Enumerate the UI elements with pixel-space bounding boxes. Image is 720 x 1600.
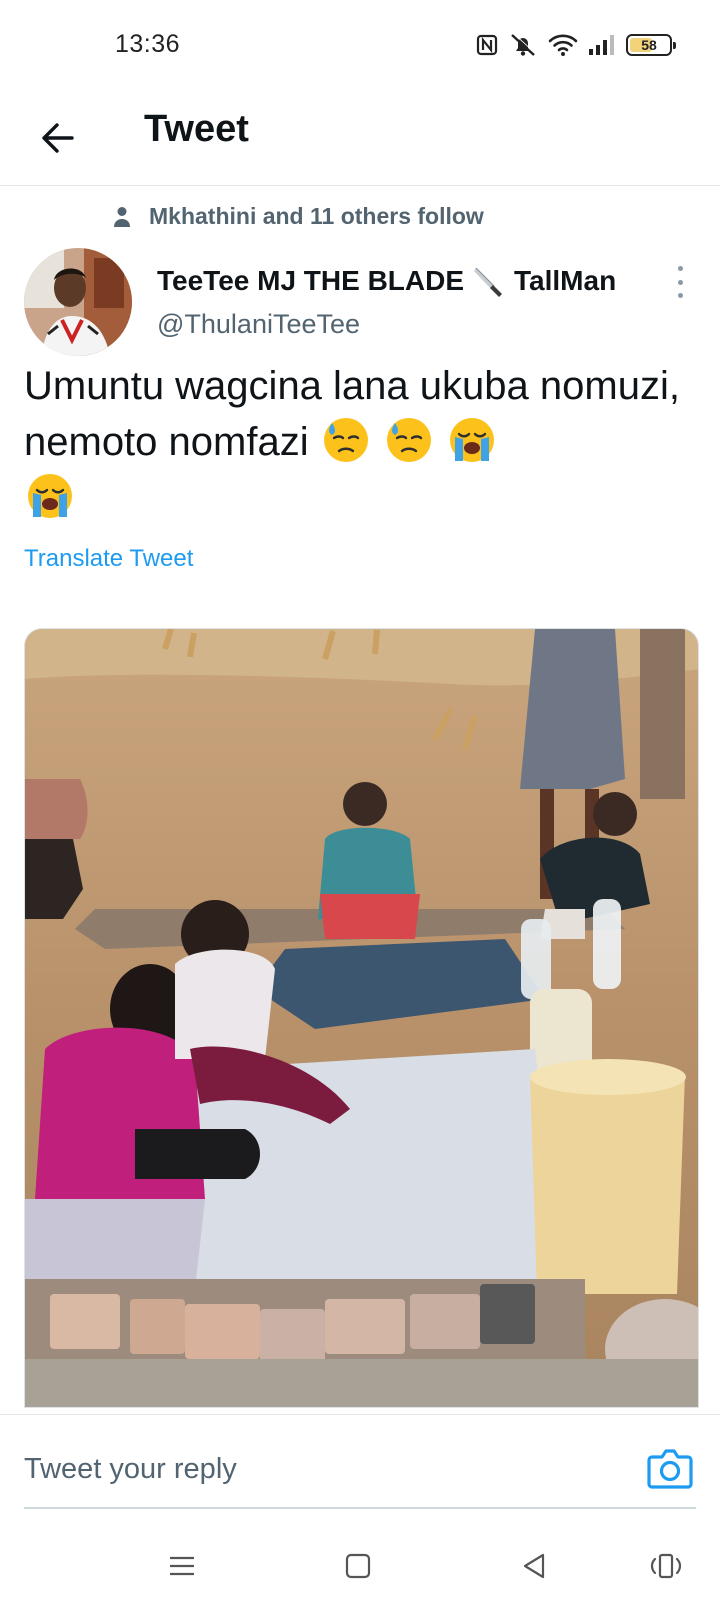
menu-button[interactable] [162,1546,202,1586]
translate-tweet-link[interactable]: Translate Tweet [24,545,193,573]
reply-bar: Tweet your reply [0,1414,720,1536]
app-header: Tweet [0,90,720,186]
avatar[interactable] [24,248,132,356]
loudly-crying-face-icon [449,418,494,462]
social-context[interactable]: Mkhathini and 11 others follow [113,203,484,230]
back-nav-button[interactable] [514,1546,554,1586]
knife-icon [474,267,503,297]
more-options-button[interactable] [670,266,690,298]
more-dot [677,266,683,271]
author-handle[interactable]: @ThulaniTeeTee [157,309,360,340]
author-name-part1: TeeTee MJ THE BLADE [157,265,465,296]
camera-button[interactable] [646,1445,694,1491]
status-time: 13:36 [115,30,181,58]
status-icons: 58 [476,30,676,60]
more-dot [677,279,683,285]
wifi-icon [548,33,578,57]
battery-level: 58 [641,37,657,53]
back-button[interactable] [36,116,80,160]
rotate-button[interactable] [646,1546,686,1586]
arrow-left-icon [42,123,74,153]
more-dot [677,293,683,298]
mute-icon [508,32,538,58]
camera-icon [647,1449,693,1489]
author-name[interactable]: TeeTee MJ THE BLADE TallMan [157,264,616,298]
page-title: Tweet [144,108,249,150]
author-name-part2: TallMan [514,265,617,296]
system-nav-bar [0,1536,720,1600]
back-triangle-icon [523,1553,545,1579]
home-button[interactable] [338,1546,378,1586]
downcast-face-with-sweat-icon [386,418,431,462]
person-icon [114,206,130,227]
rotate-icon [650,1553,682,1579]
status-bar: 13:36 58 [0,0,720,90]
tweet-text: Umuntu wagcina lana ukuba nomuzi, nemoto… [24,358,694,526]
reply-underline [24,1507,696,1509]
battery-icon: 58 [626,34,676,56]
downcast-face-with-sweat-icon [323,418,368,462]
menu-icon [170,1556,194,1576]
loudly-crying-face-icon [28,474,72,518]
social-context-text: Mkhathini and 11 others follow [149,203,484,229]
nfc-icon [476,34,498,56]
signal-icon [588,34,616,56]
home-square-icon [345,1553,371,1579]
reply-input[interactable]: Tweet your reply [24,1453,237,1486]
tweet-photo[interactable] [24,628,699,1408]
